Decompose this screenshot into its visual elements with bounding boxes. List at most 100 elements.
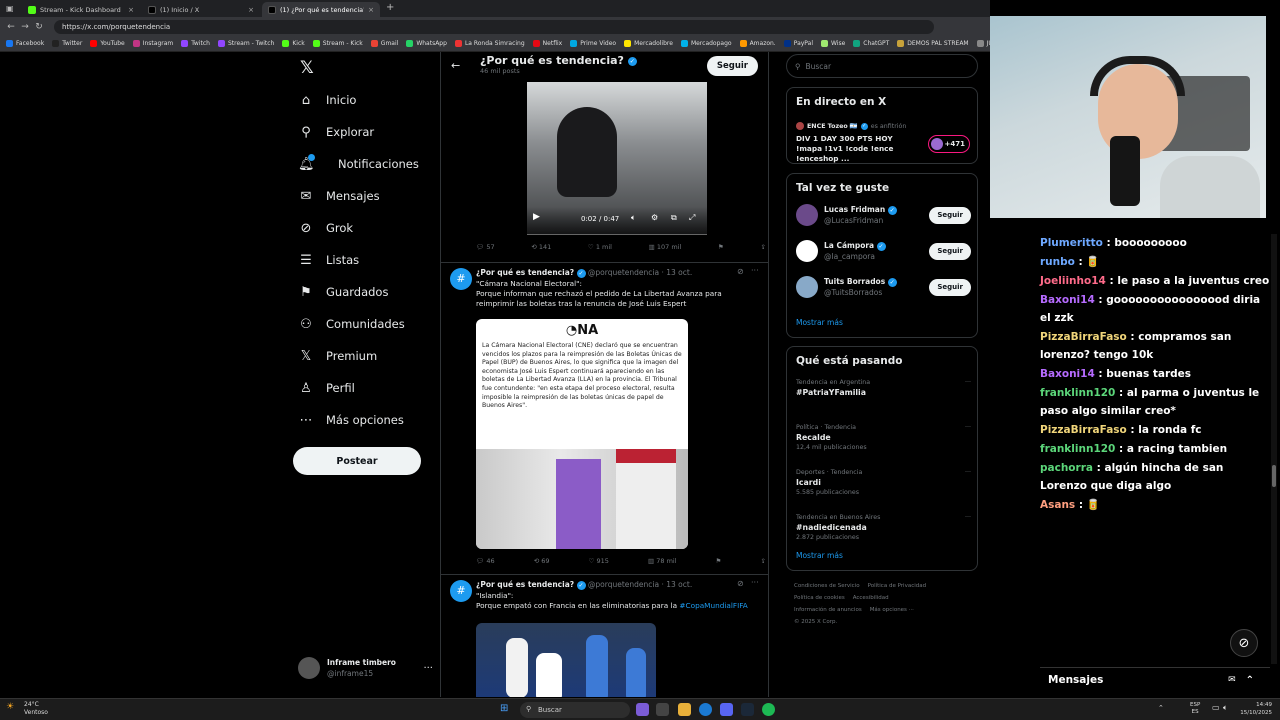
file-explorer-icon[interactable] (678, 703, 691, 716)
live-text[interactable]: DIV 1 DAY 300 PTS HOY !mapa !1v1 !code !… (796, 134, 921, 164)
trend-item[interactable]: Tendencia en Argentina #PatriaYFamilia ··· (796, 379, 971, 399)
bookmark-item[interactable]: Gmail (370, 40, 398, 47)
nav-item-premium[interactable]: 𝕏 Premium (290, 340, 440, 372)
chat-username[interactable]: franklinn120 (1040, 387, 1115, 399)
nav-item-perfil[interactable]: ♙ Perfil (290, 372, 440, 404)
chat-username[interactable]: Baxoni14 (1040, 294, 1095, 306)
footer-link[interactable]: Más opciones ··· (870, 607, 914, 613)
more-icon[interactable]: ··· (423, 663, 433, 674)
suggested-account[interactable]: La Cámpora ✓ @la_campora Seguir (796, 240, 971, 262)
bookmark-item[interactable]: JUAN TUR (976, 40, 990, 47)
nav-item-notificaciones[interactable]: 🔔︎ Notificaciones (290, 148, 440, 180)
more-icon[interactable]: ··· (965, 514, 971, 521)
x-logo-icon[interactable]: 𝕏 (300, 58, 314, 78)
close-icon[interactable]: × (248, 6, 254, 14)
nav-item-comunidades[interactable]: ⚇ Comunidades (290, 308, 440, 340)
bookmark-item[interactable]: La Ronda Simracing (454, 40, 525, 47)
chat-username[interactable]: franklinn120 (1040, 443, 1115, 455)
bookmark-item[interactable]: ChatGPT (853, 40, 889, 47)
compose-chat-icon[interactable]: ⊘ (1230, 629, 1258, 657)
spotify-icon[interactable] (762, 703, 775, 716)
video-player[interactable]: ▶ 0:02 / 0:47 🔈︎ ⚙ ⧉ ⤢ (527, 82, 707, 235)
show-more-link[interactable]: Mostrar más (796, 551, 843, 560)
volume-icon[interactable]: 🔈︎ (631, 213, 636, 223)
taskbar-search[interactable]: ⚲ Buscar (520, 702, 630, 718)
search-input[interactable]: ⚲ Buscar (786, 54, 978, 78)
grok-icon[interactable]: ⊘ (737, 579, 744, 588)
footer-link[interactable]: Condiciones de Servicio (794, 583, 860, 589)
follow-button[interactable]: Seguir (929, 206, 971, 224)
bookmark-item[interactable]: WhatsApp (406, 40, 447, 47)
bookmark-item[interactable]: Stream - Twitch (217, 40, 274, 47)
bookmark-item[interactable]: Instagram (132, 40, 173, 47)
tweet[interactable]: # ¿Por qué es tendencia? ✓ @porquetenden… (441, 574, 768, 697)
footer-link[interactable]: Política de cookies (794, 595, 845, 601)
play-icon[interactable]: ▶ (533, 212, 540, 222)
nav-item-listas[interactable]: ☰ Listas (290, 244, 440, 276)
repost-button[interactable]: ⟲ 69 (534, 557, 550, 565)
compose-message-icon[interactable]: ✉ (1228, 675, 1236, 685)
bookmark-icon[interactable]: ⚑ (718, 243, 724, 251)
bookmark-item[interactable]: Netflix (532, 40, 562, 47)
back-arrow-icon[interactable]: ← (451, 59, 460, 72)
tweet[interactable]: # ¿Por qué es tendencia? ✓ @porquetenden… (441, 262, 768, 574)
footer-link[interactable]: Información de anuncios (794, 607, 862, 613)
tweet-image[interactable] (476, 623, 656, 697)
close-icon[interactable]: × (128, 6, 134, 14)
tab-x-home[interactable]: (1) Inicio / X × (142, 2, 260, 17)
footer-link[interactable]: © 2025 X Corp. (794, 619, 837, 625)
suggested-account[interactable]: Lucas Fridman ✓ @LucasFridman Seguir (796, 204, 971, 226)
bookmark-item[interactable]: Kick (282, 40, 305, 47)
footer-link[interactable]: Accesibilidad (853, 595, 889, 601)
repost-button[interactable]: ⟲ 141 (531, 243, 551, 251)
trend-item[interactable]: Tendencia en Buenos Aires #nadiedicenada 2… (796, 514, 971, 541)
more-icon[interactable]: ··· (965, 424, 971, 431)
chat-username[interactable]: Asans (1040, 499, 1075, 511)
windows-start-icon[interactable]: ⊞ (500, 703, 508, 714)
bookmark-item[interactable]: Wise (821, 40, 845, 47)
app-icon[interactable] (636, 703, 649, 716)
edge-icon[interactable] (699, 703, 712, 716)
settings-icon[interactable]: ⚙ (651, 213, 658, 222)
chat-username[interactable]: Plumeritto (1040, 237, 1103, 249)
reply-button[interactable]: 💬︎ 57 (476, 243, 495, 251)
chevron-up-icon[interactable]: ⌃ (1246, 675, 1254, 686)
bookmark-item[interactable]: Mercadolibre (624, 40, 673, 47)
bookmark-item[interactable]: Prime Video (570, 40, 616, 47)
bookmark-item[interactable]: Facebook (6, 40, 44, 47)
share-icon[interactable]: ⇪ (761, 557, 766, 565)
steam-icon[interactable] (741, 703, 754, 716)
bookmark-item[interactable]: Amazon. (739, 40, 776, 47)
reload-icon[interactable]: ↻ (32, 22, 46, 32)
chat-username[interactable]: Joeliinho14 (1040, 275, 1106, 287)
like-button[interactable]: ♡ 1 mil (588, 243, 612, 251)
discord-icon[interactable] (720, 703, 733, 716)
post-button[interactable]: Postear (293, 447, 421, 475)
chat-username[interactable]: PizzaBirraFaso (1040, 424, 1127, 436)
network-icon[interactable]: ▭ (1212, 703, 1220, 712)
more-icon[interactable]: ··· (751, 266, 759, 275)
tab-kick-dashboard[interactable]: Stream - Kick Dashboard × (22, 2, 140, 17)
nav-item-más-opciones[interactable]: ⋯ Más opciones (290, 404, 440, 436)
grok-icon[interactable]: ⊘ (737, 267, 744, 276)
reply-button[interactable]: 💬︎ 46 (476, 557, 495, 565)
new-tab-icon[interactable]: + (386, 2, 394, 13)
live-host[interactable]: ENCE Tozeo 🇦🇷 ✓ es anfitrión (796, 122, 906, 130)
bookmark-item[interactable]: YouTube (90, 40, 125, 47)
url-input[interactable]: https://x.com/porquetendencia (54, 19, 934, 34)
bookmark-item[interactable]: Twitter (52, 40, 82, 47)
trend-item[interactable]: Política · Tendencia Recalde 12,4 mil publ… (796, 424, 971, 451)
trend-item[interactable]: Deportes · Tendencia Icardi 5.585 publicac… (796, 469, 971, 496)
nav-item-mensajes[interactable]: ✉ Mensajes (290, 180, 440, 212)
nav-item-grok[interactable]: ⊘ Grok (290, 212, 440, 244)
more-icon[interactable]: ··· (965, 379, 971, 386)
footer-link[interactable]: Política de Privacidad (868, 583, 927, 589)
volume-icon[interactable]: 🔈︎ (1223, 703, 1228, 713)
nav-item-inicio[interactable]: ⌂ Inicio (290, 84, 440, 116)
chevron-up-icon[interactable]: ⌃ (1158, 704, 1164, 712)
language-indicator[interactable]: ESP ES (1190, 702, 1200, 716)
close-icon[interactable]: × (368, 6, 374, 14)
show-more-link[interactable]: Mostrar más (796, 318, 843, 327)
back-icon[interactable]: ← (4, 22, 18, 32)
task-view-icon[interactable] (656, 703, 669, 716)
